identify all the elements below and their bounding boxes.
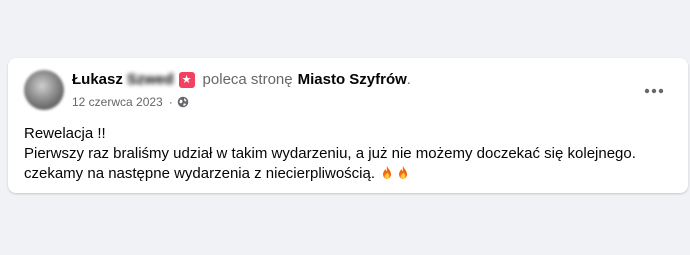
author-surname-blurred[interactable]: Szwed (127, 70, 174, 90)
post-text-line-3: czekamy na następne wydarzenia z niecier… (24, 164, 672, 184)
star-badge-icon: ★ (178, 72, 195, 88)
post-date[interactable]: 12 czerwca 2023 (72, 94, 163, 110)
post-text-line-3-text: czekamy na następne wydarzenia z niecier… (24, 165, 376, 182)
fire-icon (399, 166, 408, 180)
post-text-line-1: Rewelacja !! (24, 125, 106, 142)
more-options-button[interactable] (636, 72, 672, 108)
meta-separator: · (168, 95, 173, 109)
fire-icon (383, 166, 392, 180)
more-dots-icon (644, 81, 664, 99)
recommend-verb: poleca stronę (202, 71, 293, 88)
post-body: Rewelacja !! Pierwszy raz braliśmy udzia… (24, 124, 672, 184)
header-period: . (406, 71, 411, 88)
post-text-line-2: Pierwszy raz braliśmy udział w takim wyd… (24, 145, 636, 162)
author-name[interactable]: Łukasz (72, 70, 123, 90)
post-header-line: Łukasz Szwed ★ poleca stronę Miasto Szyf… (72, 70, 628, 90)
globe-icon[interactable] (177, 96, 189, 108)
post-meta: 12 czerwca 2023 · (72, 94, 628, 110)
page-link[interactable]: Miasto Szyfrów (298, 70, 407, 90)
avatar[interactable] (24, 70, 64, 110)
post-card: Łukasz Szwed ★ poleca stronę Miasto Szyf… (8, 58, 688, 193)
post-header: Łukasz Szwed ★ poleca stronę Miasto Szyf… (72, 70, 628, 110)
